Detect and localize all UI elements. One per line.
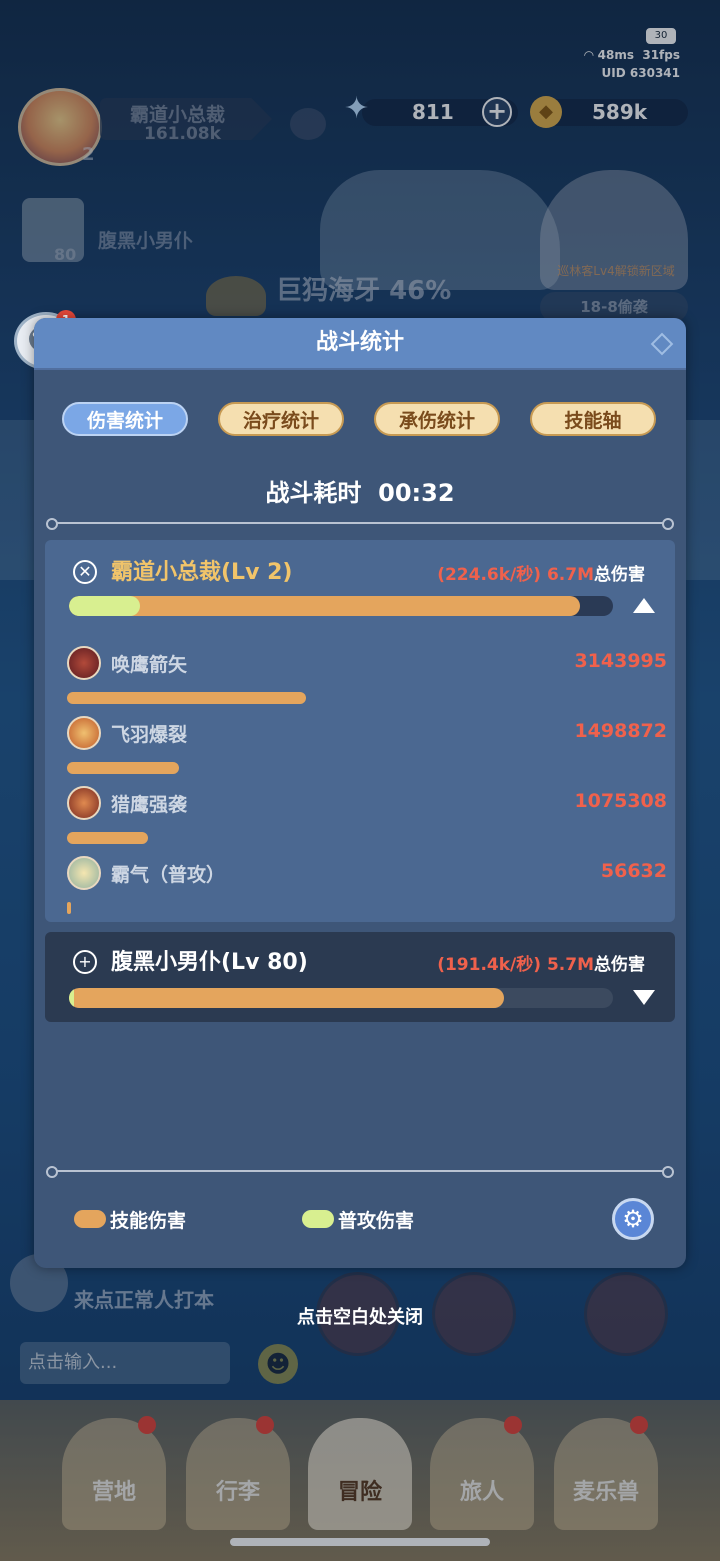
skill-damage-fill <box>69 596 580 616</box>
tab-damage[interactable]: 伤害统计 <box>62 402 188 436</box>
panel-title: 战斗统计 <box>315 330 404 355</box>
diamond-icon <box>650 332 674 356</box>
hero-card-1[interactable]: ✕ 霸道小总裁(Lv 2) (224.6k/秒) 6.7M总伤害 唤鹰箭矢 31… <box>45 540 675 922</box>
feather-burst-icon <box>67 716 101 750</box>
skill-bar <box>67 832 148 844</box>
attack-damage-fill <box>69 988 74 1008</box>
eagle-arrow-icon <box>67 646 101 680</box>
skill-row: 猎鹰强袭 1075308 <box>67 786 667 850</box>
tab-healing[interactable]: 治疗统计 <box>218 402 344 436</box>
skill-damage: 1075308 <box>574 790 667 812</box>
attack-damage-fill <box>69 596 140 616</box>
legend-skill: 技能伤害 <box>74 1206 186 1233</box>
skill-damage-fill <box>69 988 504 1008</box>
basic-attack-icon <box>67 856 101 890</box>
crosshair-icon: + <box>73 950 97 974</box>
skill-name: 猎鹰强袭 <box>111 794 188 816</box>
skill-bar <box>67 692 306 704</box>
skill-bar <box>67 902 71 914</box>
tab-damage-taken[interactable]: 承伤统计 <box>374 402 500 436</box>
panel-header: 战斗统计 <box>34 318 686 370</box>
skill-name: 飞羽爆裂 <box>111 724 188 746</box>
legend-attack: 普攻伤害 <box>302 1206 414 1233</box>
skill-row: 唤鹰箭矢 3143995 <box>67 646 667 710</box>
collapse-arrow-icon[interactable] <box>633 598 655 613</box>
skill-bar <box>67 762 179 774</box>
expand-arrow-icon[interactable] <box>633 990 655 1005</box>
hero-card-2[interactable]: + 腹黑小男仆(Lv 80) (191.4k/秒) 5.7M总伤害 <box>45 932 675 1022</box>
hawk-strike-icon <box>67 786 101 820</box>
skill-name: 唤鹰箭矢 <box>111 654 188 676</box>
crossed-swords-icon: ✕ <box>73 560 97 584</box>
gear-icon[interactable]: ⚙ <box>612 1198 654 1240</box>
skill-damage: 56632 <box>600 860 667 882</box>
hero-damage-summary: (191.4k/秒) 5.7M总伤害 <box>437 955 645 975</box>
hero-damage-summary: (224.6k/秒) 6.7M总伤害 <box>437 565 645 585</box>
skill-name: 霸气（普攻） <box>111 864 226 886</box>
legend-attack-swatch <box>302 1210 334 1228</box>
divider-bottom <box>46 1166 674 1178</box>
close-hint: 点击空白处关闭 <box>297 1307 423 1328</box>
battle-stats-panel: 战斗统计 伤害统计 治疗统计 承伤统计 技能轴 战斗耗时 00:32 ✕ 霸道小… <box>34 318 686 1268</box>
hero-damage-bar <box>69 596 613 616</box>
hero-name: 腹黑小男仆(Lv 80) <box>111 950 308 975</box>
skill-damage: 1498872 <box>574 720 667 742</box>
battle-timer: 战斗耗时 00:32 <box>265 479 455 507</box>
tab-skill-timeline[interactable]: 技能轴 <box>530 402 656 436</box>
divider-top <box>46 518 674 530</box>
hero-name: 霸道小总裁(Lv 2) <box>111 560 293 585</box>
skill-row: 飞羽爆裂 1498872 <box>67 716 667 780</box>
legend-skill-swatch <box>74 1210 106 1228</box>
skill-row: 霸气（普攻） 56632 <box>67 856 667 920</box>
hero-damage-bar <box>69 988 613 1008</box>
skill-damage: 3143995 <box>574 650 667 672</box>
